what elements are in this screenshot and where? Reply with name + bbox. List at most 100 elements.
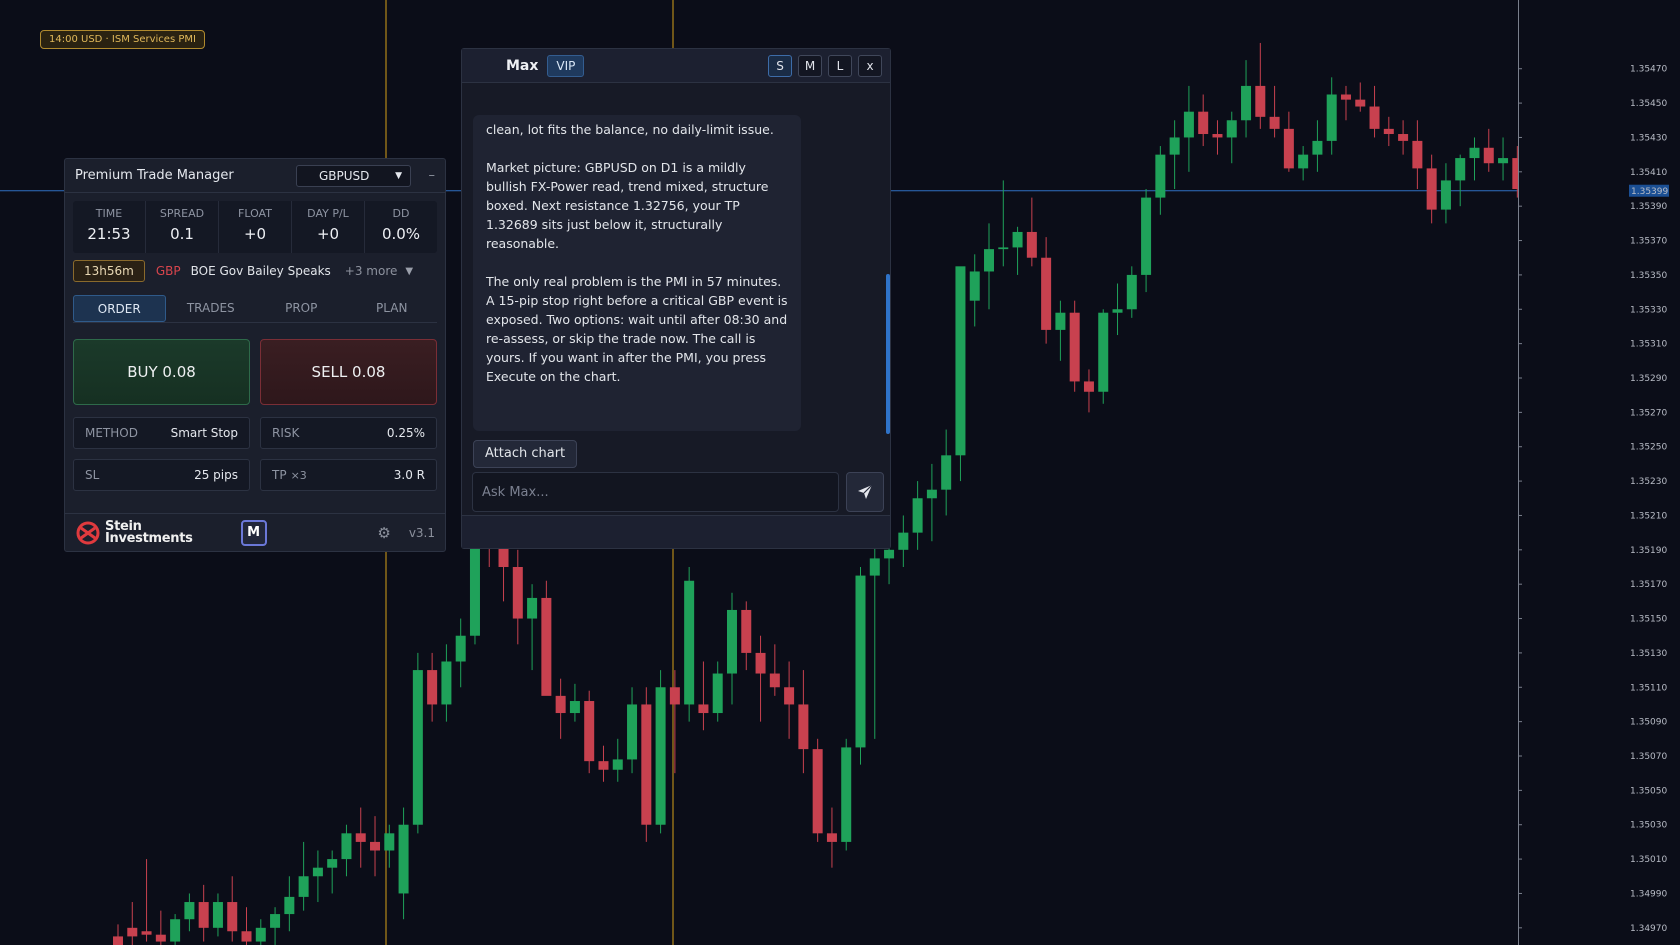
- candle: [1069, 300, 1080, 392]
- candle-body: [113, 936, 123, 945]
- stat-day-pl: DAY P/L +0: [292, 201, 365, 253]
- price-tick-label: 1.35030: [1630, 821, 1667, 831]
- event-badge[interactable]: 14:00 USD · ISM Services PMI: [40, 30, 205, 49]
- tab-prop[interactable]: PROP: [256, 295, 347, 322]
- tab-trades[interactable]: TRADES: [166, 295, 257, 322]
- candle-body: [384, 833, 395, 851]
- stat-value: +0: [243, 225, 267, 243]
- candle-body: [1155, 154, 1166, 198]
- price-tick-label: 1.35390: [1630, 202, 1667, 212]
- news-more-link[interactable]: +3 more: [345, 264, 398, 278]
- candle-body: [841, 747, 852, 842]
- sl-field[interactable]: SL 25 pips: [73, 459, 250, 491]
- message-paragraph: Market picture: GBPUSD on D1 is a mildly…: [486, 160, 769, 251]
- trade-buttons: BUY 0.08 SELL 0.08: [73, 339, 437, 405]
- candle-body: [1298, 154, 1309, 169]
- candle-body: [270, 914, 281, 928]
- symbol-select[interactable]: GBPUSD ▼: [296, 164, 411, 187]
- candle-body: [327, 859, 338, 868]
- stat-label: TIME: [95, 207, 123, 220]
- price-tick-label: 1.35110: [1630, 683, 1667, 693]
- candle: [955, 266, 966, 482]
- risk-field[interactable]: RISK 0.25%: [260, 417, 437, 449]
- candle-body: [1226, 120, 1237, 138]
- candle-body: [898, 532, 909, 550]
- candle-body: [984, 249, 995, 272]
- send-icon: [858, 484, 873, 499]
- method-label: METHOD: [85, 426, 138, 440]
- tab-bar: ORDER TRADES PROP PLAN: [73, 295, 437, 323]
- tab-order[interactable]: ORDER: [73, 295, 166, 322]
- size-medium-button[interactable]: M: [798, 54, 822, 77]
- method-field[interactable]: METHOD Smart Stop: [73, 417, 250, 449]
- version-label: v3.1: [408, 525, 435, 540]
- chevron-down-icon[interactable]: ▼: [405, 266, 413, 277]
- candle-body: [198, 902, 209, 928]
- max-header[interactable]: Max VIP S M L x: [462, 49, 890, 83]
- price-tick-label: 1.35370: [1630, 237, 1667, 247]
- tp-field[interactable]: TP ×3 3.0 R: [260, 459, 437, 491]
- ask-input[interactable]: [472, 472, 839, 512]
- candle-body: [627, 704, 638, 760]
- gear-icon[interactable]: ⚙: [377, 524, 390, 542]
- minimize-button[interactable]: –: [411, 168, 436, 183]
- method-value: Smart Stop: [170, 426, 238, 440]
- trade-manager-footer: Stein Investments M ⚙ v3.1: [65, 513, 445, 551]
- candle-body: [127, 927, 138, 937]
- candle-body: [1326, 94, 1337, 141]
- candle-body: [755, 652, 766, 674]
- max-chat-panel: Max VIP S M L x clean, lot fits the bala…: [461, 48, 891, 549]
- candle-body: [312, 867, 323, 877]
- vip-badge: VIP: [547, 54, 585, 77]
- candle-body: [1112, 309, 1123, 313]
- price-tick-label: 1.35290: [1630, 374, 1667, 384]
- scrollbar-thumb[interactable]: [886, 274, 890, 434]
- candle: [584, 690, 595, 774]
- max-toggle-button[interactable]: M: [240, 519, 267, 546]
- tp-multiplier: ×3: [290, 469, 307, 482]
- candle-body: [284, 896, 295, 915]
- buy-button[interactable]: BUY 0.08: [73, 339, 250, 405]
- candle-body: [1198, 111, 1209, 135]
- price-tick-label: 1.35010: [1630, 855, 1667, 865]
- candle-body: [1026, 231, 1037, 258]
- candle-body: [255, 927, 266, 942]
- price-tick-label: 1.35330: [1630, 305, 1667, 315]
- size-large-button[interactable]: L: [828, 54, 852, 77]
- candle-body: [184, 902, 195, 920]
- candle-body: [1369, 106, 1380, 129]
- candle-body: [955, 266, 966, 456]
- candle-body: [698, 704, 709, 714]
- candle-body: [1012, 231, 1023, 248]
- size-small-button[interactable]: S: [768, 54, 792, 77]
- candle-body: [784, 687, 795, 705]
- trade-manager-header[interactable]: Premium Trade Manager GBPUSD ▼ –: [65, 159, 445, 193]
- risk-label: RISK: [272, 426, 300, 440]
- price-tick-label: 1.35250: [1630, 443, 1667, 453]
- tab-plan[interactable]: PLAN: [347, 295, 438, 322]
- candle: [812, 738, 823, 842]
- news-row[interactable]: 13h56m GBP BOE Gov Bailey Speaks +3 more…: [73, 257, 437, 285]
- attach-chart-button[interactable]: Attach chart: [473, 440, 578, 468]
- candle-body: [584, 701, 595, 762]
- candle-body: [598, 761, 609, 770]
- price-tick-label: 1.35310: [1630, 340, 1667, 350]
- sell-button[interactable]: SELL 0.08: [260, 339, 437, 405]
- candle-body: [241, 931, 252, 942]
- candle-body: [1283, 128, 1294, 169]
- stat-spread: SPREAD 0.1: [146, 201, 219, 253]
- size-buttons: S M L x: [768, 54, 882, 77]
- candle-body: [512, 567, 523, 619]
- send-button[interactable]: [846, 472, 884, 512]
- price-tick-label: 1.35470: [1630, 65, 1667, 75]
- candle-body: [1412, 140, 1423, 169]
- tp-label: TP: [272, 468, 287, 482]
- candle-body: [969, 271, 980, 301]
- candle-body: [798, 704, 809, 750]
- candle: [1098, 309, 1109, 404]
- close-button[interactable]: x: [858, 54, 882, 77]
- news-countdown: 13h56m: [73, 260, 145, 282]
- news-title: BOE Gov Bailey Speaks: [190, 264, 331, 278]
- candle-body: [1055, 312, 1066, 330]
- chevron-down-icon: ▼: [395, 170, 402, 181]
